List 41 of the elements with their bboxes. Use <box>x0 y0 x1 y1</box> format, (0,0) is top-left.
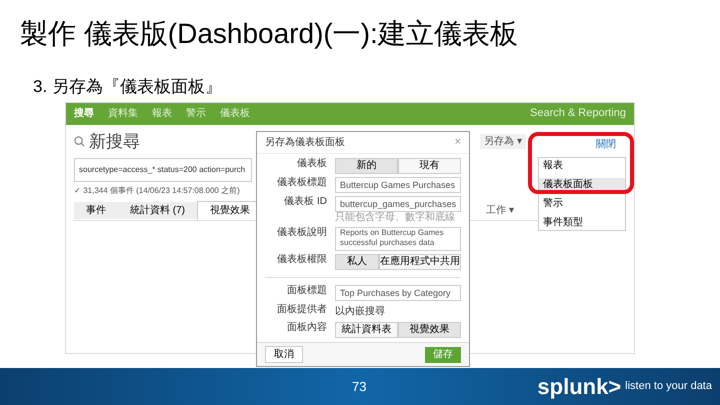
field-label: 面板提供者 <box>276 304 327 316</box>
menu-item[interactable]: 儀表板面板 <box>539 178 625 190</box>
toggle-option[interactable]: 在應用程式中共用 <box>379 254 461 270</box>
search-field[interactable]: sourcetype=access_* status=200 action=purch <box>74 158 252 182</box>
results-tab[interactable]: 統計資料 (7) <box>118 202 197 219</box>
menu-item[interactable]: 報表 <box>539 158 625 172</box>
field-label: 儀表板標題 <box>276 176 327 189</box>
toggle-option[interactable]: 新的 <box>335 158 398 174</box>
field-label: 儀表板 ID <box>283 196 327 208</box>
app-name: Search & Reporting <box>530 106 626 122</box>
toggle-option[interactable]: 現有 <box>398 158 461 174</box>
tagline: listen to your data <box>625 379 712 394</box>
text-field[interactable]: Buttercup Games Purchases <box>335 176 461 192</box>
field-label: 儀表板 <box>296 158 327 170</box>
toggle-option[interactable]: 視覺效果 <box>398 322 461 338</box>
toolbar-menu[interactable]: 工作 ▾ <box>486 203 514 218</box>
field-value: 以內嵌搜尋 <box>335 304 386 319</box>
text-area[interactable]: Reports on Buttercup Games successful purchases data <box>335 227 461 251</box>
slide-subtitle: 3. 另存為『儀表板面板』 <box>32 76 223 98</box>
field-label: 儀表板說明 <box>276 227 327 240</box>
save-as-menu[interactable]: 另存為 ▾ <box>480 134 526 149</box>
field-label: 儀表板權限 <box>276 254 327 266</box>
text-field[interactable]: Top Purchases by Category <box>335 285 461 301</box>
menu-item[interactable]: 事件類型 <box>539 216 625 228</box>
field-label: 面板標題 <box>286 285 327 298</box>
close-link[interactable]: 關閉 <box>596 136 616 152</box>
field-label: 面板內容 <box>286 322 327 334</box>
help-text: 只能包含字母、數字和底線 <box>335 212 456 224</box>
dialog-title: 另存為儀表板面板 <box>265 136 345 150</box>
results-tab[interactable]: 事件 <box>74 202 118 219</box>
search-icon <box>74 136 85 147</box>
page-number: 73 <box>352 378 366 396</box>
toggle-option[interactable]: 私人 <box>335 254 379 270</box>
menu-item[interactable]: 警示 <box>539 196 625 210</box>
slide-title: 製作 儀表版(Dashboard)(一):建立儀表板 <box>19 17 519 48</box>
logo: splunk> <box>537 376 622 398</box>
text-field[interactable]: buttercup_games_purchases <box>335 196 462 212</box>
page-title: 新搜尋 <box>89 130 140 152</box>
result-summary: ✓ 31,344 個事件 (14/06/23 14:57:08.000 之前) <box>74 185 240 197</box>
toggle-option[interactable]: 統計資料表 <box>335 322 398 338</box>
cancel-button[interactable]: 取消 <box>265 346 303 363</box>
